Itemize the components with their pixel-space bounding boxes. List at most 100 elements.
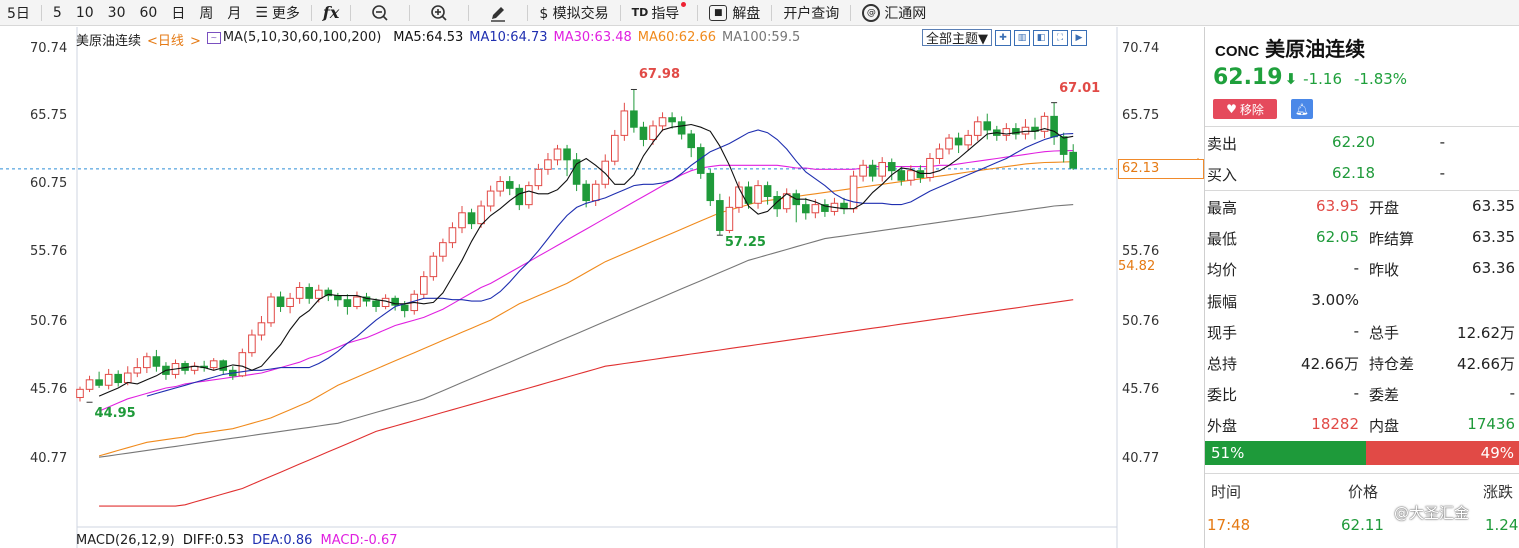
stat-label: 振幅 [1207, 292, 1238, 311]
y-axis-label-right: 70.74 [1122, 41, 1160, 56]
candle-down [954, 137, 963, 146]
candle-up [649, 125, 657, 140]
candle-up [811, 204, 820, 214]
candle-down [95, 379, 103, 386]
period-selector[interactable]: <日线 > [147, 30, 201, 49]
layout-bars-icon[interactable]: ▥ [1014, 29, 1030, 46]
candle-down [505, 181, 514, 189]
toolbar-divider [771, 4, 773, 21]
ma5-value: MA5:64.53 [393, 30, 464, 45]
candle-up [143, 356, 151, 369]
stat-label: 最高 [1207, 199, 1238, 217]
toolbar-divider [697, 4, 699, 21]
toolbar-divider [40, 4, 42, 21]
ask-price: 62.20 [1332, 133, 1375, 151]
y-axis-label-right: 45.76 [1122, 382, 1160, 397]
max-price-label: 67.98 [638, 67, 681, 83]
formula-button[interactable]: fx [316, 0, 346, 26]
zoom-out-button[interactable] [355, 0, 405, 26]
y-axis-label-left: 50.76 [30, 314, 68, 329]
period-month[interactable]: 月 [220, 0, 248, 26]
watermark: @大圣汇金 [1394, 504, 1470, 522]
candle-up [353, 296, 361, 307]
stat-value: 18282 [1311, 415, 1359, 434]
toolbar-divider [350, 4, 352, 21]
instrument-full-name: 美原油连续 [1265, 37, 1366, 61]
candle-up [76, 388, 84, 398]
toolbar-divider [850, 4, 852, 21]
candle-down [1050, 115, 1058, 138]
fx678-button[interactable]: @ 汇通网 [855, 0, 933, 26]
candle-down [677, 121, 686, 135]
remove-watchlist-button[interactable]: ♥ 移除 [1213, 99, 1277, 119]
candle-up [849, 175, 858, 210]
candle-up [257, 322, 266, 336]
stat-label: 昨结算 [1369, 230, 1415, 249]
alert-button[interactable]: 🔔︎ [1291, 99, 1313, 119]
tick-price: 62.11 [1341, 516, 1384, 534]
analysis-button[interactable]: ■ 解盘 [702, 0, 767, 26]
kline-chart[interactable]: 美原油连续 <日线 > ~ MA(5,10,30,60,100,200) MA5:6… [0, 27, 1204, 548]
tick-time: 17:48 [1207, 516, 1251, 534]
ma10-value: MA10:64.73 [469, 30, 548, 45]
analysis-label: 解盘 [732, 5, 761, 22]
remove-label: 移除 [1239, 102, 1264, 117]
candle-up [448, 227, 457, 244]
stat-value: - [1353, 384, 1359, 403]
toolbar-divider [527, 4, 529, 21]
period-10min[interactable]: 10 [69, 0, 101, 26]
y-axis-label-right: 50.76 [1122, 314, 1160, 329]
theme-select[interactable]: 全部主题▼ [922, 29, 992, 47]
stat-label: 昨收 [1369, 261, 1400, 280]
open-account-button[interactable]: 开户查询 [776, 0, 846, 26]
ma-settings[interactable]: ~ MA(5,10,30,60,100,200) [206, 30, 387, 49]
macd-legend: MACD(26,12,9) DIFF:0.53 DEA:0.86 MACD:-0… [76, 533, 401, 548]
fullscreen-icon[interactable]: ⛶ [1052, 29, 1068, 46]
candle-up [725, 206, 734, 231]
stat-row: 现手 - 总手 12.62万 [1205, 316, 1519, 347]
ask-volume: - [1439, 133, 1445, 151]
candle-up [486, 190, 495, 207]
candle-down [763, 185, 772, 197]
candle-up [286, 297, 294, 307]
toolbar-divider [619, 4, 621, 21]
zoom-in-button[interactable] [414, 0, 464, 26]
y-axis-label-left: 40.77 [30, 451, 68, 466]
stat-label: 持仓差 [1369, 355, 1415, 373]
stat-value: 63.36 [1472, 259, 1515, 278]
draw-button[interactable] [473, 0, 523, 26]
stat-row: 总持 42.66万 持仓差 42.66万 [1205, 347, 1519, 378]
ask-row: 卖出 62.20 - [1205, 127, 1519, 158]
stat-row: 均价 - 昨收 63.36 [1205, 253, 1519, 284]
stat-value: 17436 [1467, 415, 1515, 434]
ask-label: 卖出 [1207, 135, 1238, 153]
candle-down [668, 117, 676, 123]
period-day[interactable]: 日 [164, 0, 192, 26]
period-30min[interactable]: 30 [101, 0, 133, 26]
period-5min[interactable]: 5 [46, 0, 69, 26]
period-60min-label: 60 [139, 4, 158, 21]
scroll-right-icon[interactable]: ▶ [1071, 29, 1087, 46]
candle-up [534, 168, 543, 187]
scroll-left-icon[interactable]: ◧ [1033, 29, 1049, 46]
y-axis-label-left: 60.75 [30, 176, 68, 191]
chart-canvas[interactable] [0, 27, 1204, 548]
simulated-trade-button[interactable]: $ 模拟交易 [532, 0, 615, 26]
period-5day[interactable]: 5日 [0, 0, 37, 26]
period-60min[interactable]: 60 [133, 0, 165, 26]
candle-up [295, 286, 304, 299]
more-button[interactable]: ☰ 更多 [248, 0, 307, 26]
fx-icon: fx [322, 3, 340, 22]
stat-label: 外盘 [1207, 417, 1238, 436]
instrument-title: CONC 美原油连续 [1215, 33, 1365, 62]
candle-up [620, 110, 629, 136]
candle-up [458, 212, 466, 229]
layout-grid-icon[interactable]: ✚ [995, 29, 1011, 46]
price-change: -1.16 [1303, 70, 1342, 88]
period-week[interactable]: 周 [192, 0, 220, 26]
stat-value: - [1353, 321, 1359, 340]
candle-down [639, 126, 648, 140]
fx678-label: 汇通网 [884, 5, 927, 22]
min-price-label: 44.95 [94, 406, 136, 422]
td-guide-button[interactable]: TD 指导 [625, 0, 694, 26]
